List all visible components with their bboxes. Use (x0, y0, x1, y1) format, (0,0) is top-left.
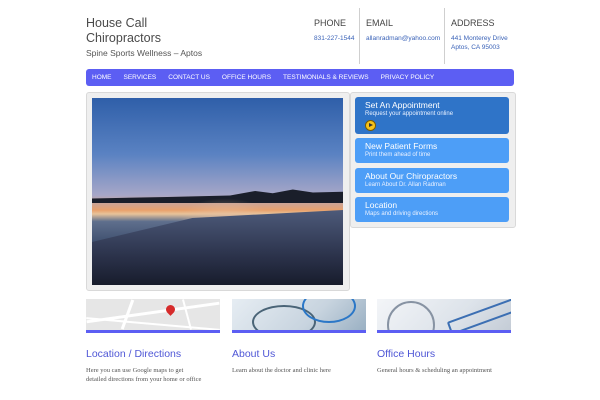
brand-tagline: Spine Sports Wellness – Aptos (86, 48, 203, 58)
cta-title: New Patient Forms (365, 141, 438, 151)
location-directions-heading[interactable]: Location / Directions (86, 348, 181, 360)
about-chiropractors-button[interactable]: About Our Chiropractors Learn About Dr. … (355, 168, 509, 193)
email-link[interactable]: allanradman@yahoo.com (366, 34, 440, 43)
address-line-1: 441 Monterey Drive (451, 35, 508, 42)
cta-subtitle: Print them ahead of time (365, 152, 431, 158)
office-hours-text: General hours & scheduling an appointmen… (377, 367, 492, 376)
nav-home[interactable]: HOME (86, 69, 118, 86)
cta-subtitle: Learn About Dr. Allan Radman (365, 182, 446, 188)
site-brand[interactable]: House Call Chiropractors Spine Sports We… (86, 16, 202, 60)
nav-office-hours[interactable]: OFFICE HOURS (216, 69, 277, 86)
office-hours-thumbnail[interactable] (377, 299, 511, 333)
text-line: General hours & scheduling an appointmen… (377, 367, 492, 374)
cta-subtitle: Maps and driving directions (365, 211, 439, 217)
map-road (86, 317, 220, 330)
phone-label: PHONE (314, 18, 347, 28)
cta-title: Set An Appointment (365, 100, 440, 110)
cta-subtitle: Request your appointment online (365, 111, 454, 117)
nav-privacy-policy[interactable]: PRIVACY POLICY (375, 69, 441, 86)
text-line: detailed directions from your home or of… (86, 375, 202, 383)
email-block: EMAIL allanradman@yahoo.com (366, 10, 440, 43)
page-wrapper: House Call Chiropractors Spine Sports We… (86, 0, 516, 400)
location-map-thumbnail[interactable] (86, 299, 220, 333)
text-line: Here you can use Google maps to get (86, 367, 184, 374)
cta-title: About Our Chiropractors (365, 171, 458, 181)
about-us-heading[interactable]: About Us (232, 348, 275, 360)
map-pin-icon (164, 303, 177, 316)
pen-icon (446, 299, 511, 330)
nav-contact-us[interactable]: CONTACT US (162, 69, 216, 86)
phone-block: PHONE 831-227-1544 (314, 10, 354, 43)
address-line-2: Aptos, CA 95003 (451, 44, 500, 51)
text-line: Learn about the doctor and clinic here (232, 367, 331, 374)
about-us-text: Learn about the doctor and clinic here (232, 367, 331, 376)
about-us-thumbnail[interactable] (232, 299, 366, 333)
address-block: ADDRESS 441 Monterey Drive Aptos, CA 950… (451, 10, 508, 52)
contact-divider (444, 8, 445, 64)
clock-icon (387, 301, 435, 330)
hero-beach-sunset-image (92, 98, 343, 285)
brand-line-2: Chiropractors (86, 31, 162, 45)
office-hours-heading[interactable]: Office Hours (377, 348, 435, 360)
address-label: ADDRESS (451, 18, 495, 28)
phone-number[interactable]: 831-227-1544 (314, 34, 354, 43)
contact-divider (359, 8, 360, 64)
new-patient-forms-button[interactable]: New Patient Forms Print them ahead of ti… (355, 138, 509, 163)
email-label: EMAIL (366, 18, 394, 28)
main-nav: HOME SERVICES CONTACT US OFFICE HOURS TE… (86, 69, 514, 86)
play-icon[interactable] (365, 120, 376, 131)
hero-frame (86, 92, 350, 291)
location-directions-text: Here you can use Google maps to get deta… (86, 367, 201, 384)
cta-title: Location (365, 200, 398, 210)
side-links-panel: Set An Appointment Request your appointm… (350, 92, 516, 228)
set-appointment-button[interactable]: Set An Appointment Request your appointm… (355, 97, 509, 134)
nav-services[interactable]: SERVICES (118, 69, 163, 86)
nav-testimonials[interactable]: TESTIMONIALS & REVIEWS (277, 69, 375, 86)
brand-line-1: House Call (86, 16, 148, 30)
hero-beach (92, 210, 343, 285)
location-button[interactable]: Location Maps and driving directions (355, 197, 509, 222)
